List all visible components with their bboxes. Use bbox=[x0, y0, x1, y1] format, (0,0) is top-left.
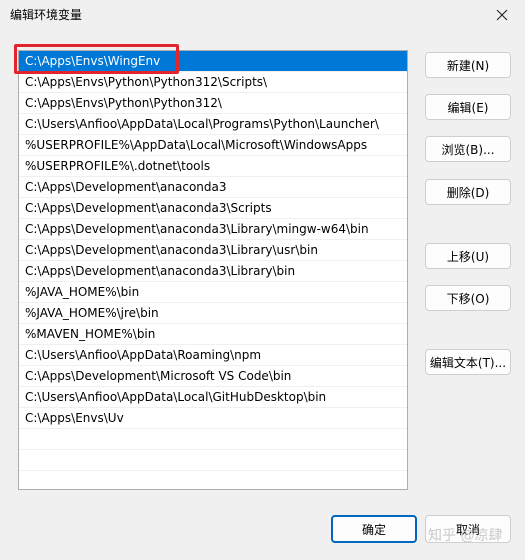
list-item[interactable]: %MAVEN_HOME%\bin bbox=[19, 324, 407, 345]
list-item[interactable]: C:\Apps\Development\anaconda3\Scripts bbox=[19, 198, 407, 219]
list-item[interactable]: %USERPROFILE%\.dotnet\tools bbox=[19, 156, 407, 177]
list-item[interactable]: %JAVA_HOME%\bin bbox=[19, 282, 407, 303]
move-up-button[interactable]: 上移(U) bbox=[425, 243, 511, 269]
list-item[interactable]: %USERPROFILE%\AppData\Local\Microsoft\Wi… bbox=[19, 135, 407, 156]
list-item[interactable]: C:\Apps\Envs\Python\Python312\Scripts\ bbox=[19, 72, 407, 93]
edit-button[interactable]: 编辑(E) bbox=[425, 94, 511, 120]
list-item[interactable]: C:\Users\Anfioo\AppData\Roaming\npm bbox=[19, 345, 407, 366]
title-bar: 编辑环境变量 bbox=[0, 0, 525, 30]
delete-button[interactable]: 删除(D) bbox=[425, 179, 511, 205]
edit-text-button[interactable]: 编辑文本(T)... bbox=[425, 349, 511, 375]
close-icon bbox=[496, 9, 508, 21]
watermark: 知乎 @凉肆 bbox=[428, 528, 503, 544]
move-down-button[interactable]: 下移(O) bbox=[425, 285, 511, 311]
new-button[interactable]: 新建(N) bbox=[425, 52, 511, 78]
close-button[interactable] bbox=[479, 0, 525, 30]
list-item[interactable]: C:\Apps\Development\Microsoft VS Code\bi… bbox=[19, 366, 407, 387]
list-item[interactable]: C:\Apps\Development\anaconda3\Library\mi… bbox=[19, 219, 407, 240]
list-item[interactable]: C:\Apps\Development\anaconda3\Library\us… bbox=[19, 240, 407, 261]
list-item[interactable]: C:\Apps\Development\anaconda3 bbox=[19, 177, 407, 198]
browse-button[interactable]: 浏览(B)... bbox=[425, 136, 511, 162]
empty-list-row[interactable] bbox=[19, 429, 407, 450]
window-title: 编辑环境变量 bbox=[10, 8, 83, 22]
list-item[interactable]: C:\Apps\Envs\Python\Python312\ bbox=[19, 93, 407, 114]
list-item[interactable]: C:\Apps\Development\anaconda3\Library\bi… bbox=[19, 261, 407, 282]
list-item[interactable]: C:\Apps\Envs\Uv bbox=[19, 408, 407, 429]
list-item[interactable]: %JAVA_HOME%\jre\bin bbox=[19, 303, 407, 324]
list-item[interactable]: C:\Users\Anfioo\AppData\Local\GitHubDesk… bbox=[19, 387, 407, 408]
highlight-box bbox=[14, 44, 179, 74]
list-item[interactable]: C:\Users\Anfioo\AppData\Local\Programs\P… bbox=[19, 114, 407, 135]
ok-button[interactable]: 确定 bbox=[331, 515, 417, 543]
empty-list-row[interactable] bbox=[19, 450, 407, 471]
path-list[interactable]: C:\Apps\Envs\WingEnv C:\Apps\Envs\Python… bbox=[18, 50, 408, 490]
empty-list-row[interactable] bbox=[19, 471, 407, 489]
